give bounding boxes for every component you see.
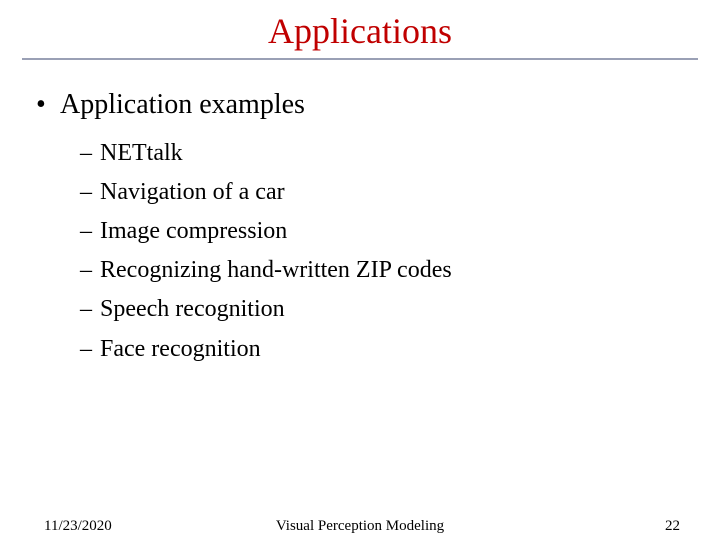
bullet-level2: Recognizing hand-written ZIP codes [80,255,684,286]
bullet-level2-text: NETtalk [100,140,183,166]
bullet-level2-text: Image compression [100,218,287,244]
bullet-level2: Speech recognition [80,294,684,325]
slide-title: Applications [0,10,720,52]
bullet-level2-text: Navigation of a car [100,179,285,205]
bullet-level2-text: Speech recognition [100,296,285,322]
bullet-level2: Navigation of a car [80,177,684,208]
bullet-level2: Face recognition [80,334,684,365]
footer-title: Visual Perception Modeling [0,518,720,535]
slide-content: Application examples NETtalk Navigation … [36,88,684,365]
bullet-level2-text: Recognizing hand-written ZIP codes [100,257,452,283]
bullet-level2: NETtalk [80,138,684,169]
bullet-level1-text: Application examples [60,89,305,120]
slide: Applications Application examples NETtal… [0,10,720,540]
title-rule [22,58,698,60]
bullet-sublist: NETtalk Navigation of a car Image compre… [80,138,684,365]
bullet-level2-text: Face recognition [100,336,261,362]
bullet-level1: Application examples [36,88,684,122]
footer-page: 22 [665,518,680,535]
bullet-level2: Image compression [80,216,684,247]
